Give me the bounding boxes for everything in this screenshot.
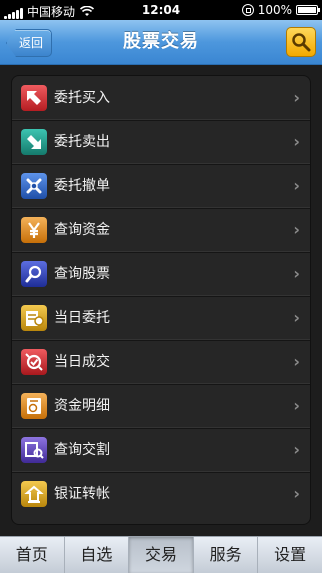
menu-item-label: 查询交割 [54,442,110,458]
menu-item-label: 查询资金 [54,222,110,238]
status-bar: 中国移动 12:04 100% [0,0,322,20]
trade-menu-list: 委托买入 › 委托卖出 › 委托撤单 › 查询资金 › 查询股票 › 当日委托 [11,75,311,525]
tab-bar: 首页 自选 交易 服务 设置 [0,536,322,573]
menu-item-label: 委托撤单 [54,178,110,194]
menu-item-bank-transfer[interactable]: 银证转帐 › [12,472,310,516]
menu-item-fund-details[interactable]: 资金明细 › [12,384,310,429]
tab-service[interactable]: 服务 [194,537,259,573]
menu-item-today-orders[interactable]: 当日委托 › [12,296,310,341]
menu-item-label: 委托买入 [54,90,110,106]
chevron-right-icon: › [293,308,300,327]
sell-arrow-icon [21,129,47,155]
fund-detail-icon [21,393,47,419]
tab-home[interactable]: 首页 [0,537,65,573]
today-order-icon [21,305,47,331]
cancel-order-icon [21,173,47,199]
menu-item-query-funds[interactable]: 查询资金 › [12,208,310,253]
chevron-right-icon: › [293,396,300,415]
chevron-right-icon: › [293,264,300,283]
chevron-right-icon: › [293,132,300,151]
tab-watchlist[interactable]: 自选 [65,537,130,573]
buy-arrow-icon [21,85,47,111]
chevron-right-icon: › [293,88,300,107]
search-button[interactable] [286,27,316,57]
menu-item-label: 查询股票 [54,266,110,282]
chevron-right-icon: › [293,176,300,195]
menu-item-today-deals[interactable]: 当日成交 › [12,340,310,385]
menu-item-sell[interactable]: 委托卖出 › [12,120,310,165]
menu-item-label: 银证转帐 [54,486,110,502]
chevron-right-icon: › [293,220,300,239]
bank-transfer-icon [21,481,47,507]
tab-settings[interactable]: 设置 [258,537,322,573]
chevron-right-icon: › [293,352,300,371]
battery-icon [296,5,320,15]
navigation-bar: 股票交易 返回 [0,20,322,65]
rotation-lock-icon [241,4,254,16]
tab-trade[interactable]: 交易 [129,537,194,573]
battery-percent: 100% [257,3,292,17]
menu-item-label: 当日成交 [54,354,110,370]
menu-item-buy[interactable]: 委托买入 › [12,76,310,121]
search-icon [292,33,311,52]
menu-item-label: 资金明细 [54,398,110,414]
yen-icon [21,217,47,243]
delivery-query-icon [21,437,47,463]
menu-item-label: 委托卖出 [54,134,110,150]
menu-item-label: 当日委托 [54,310,110,326]
menu-item-query-stock[interactable]: 查询股票 › [12,252,310,297]
chevron-right-icon: › [293,440,300,459]
chevron-right-icon: › [293,484,300,503]
today-deal-icon [21,349,47,375]
search-stock-icon [21,261,47,287]
menu-item-query-delivery[interactable]: 查询交割 › [12,428,310,473]
menu-item-cancel-order[interactable]: 委托撤单 › [12,164,310,209]
